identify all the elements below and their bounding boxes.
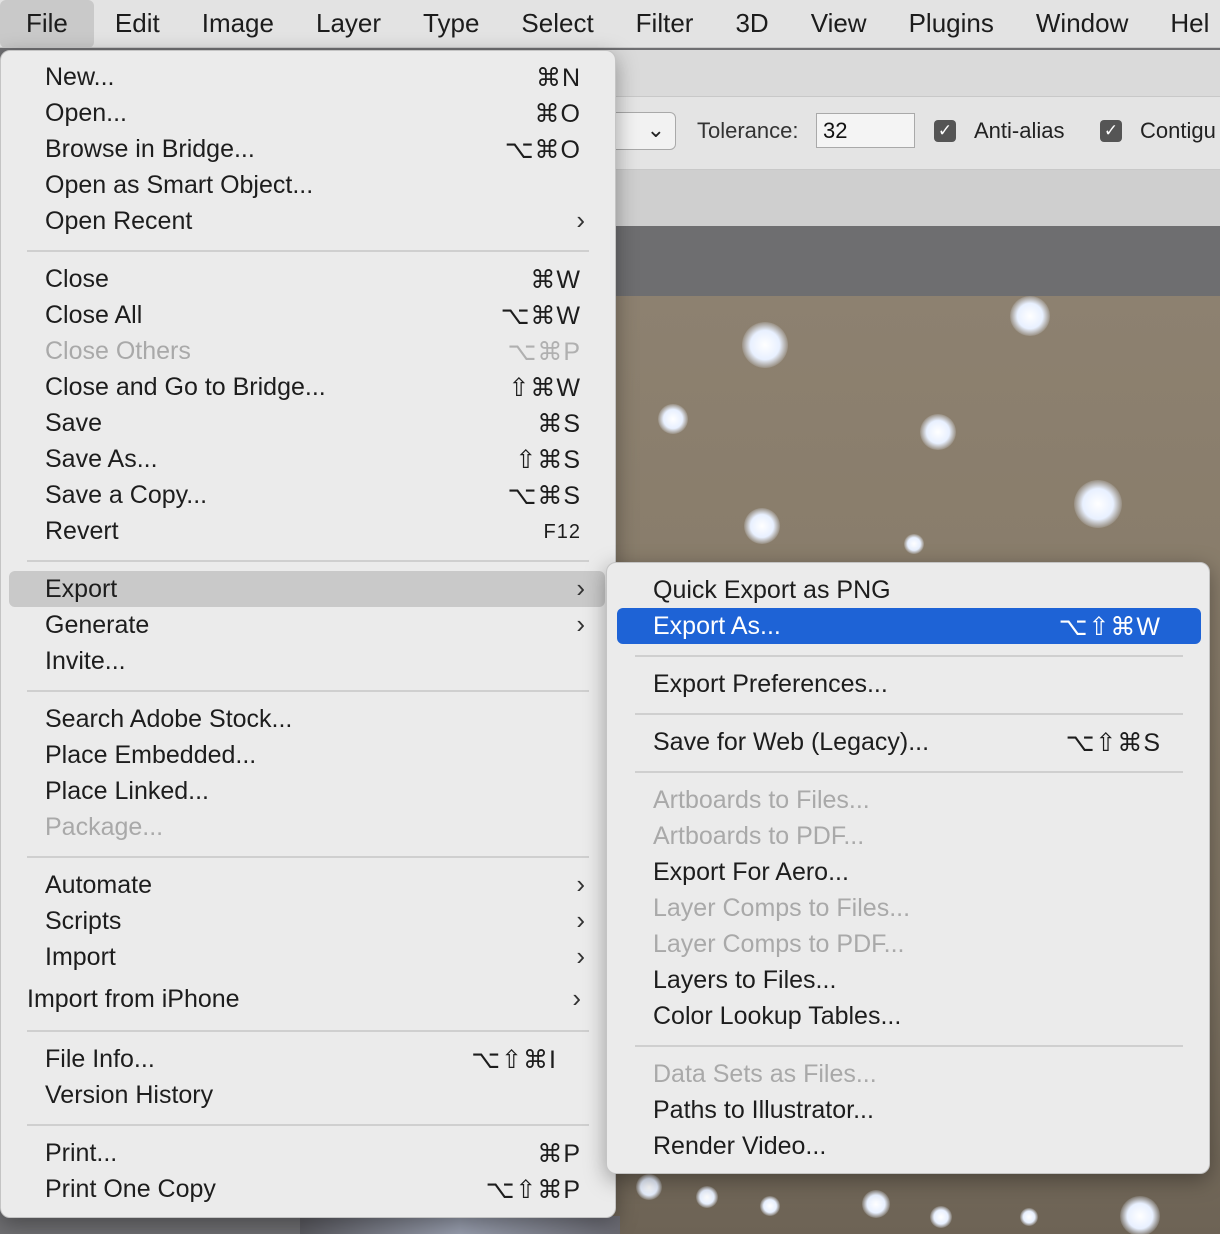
menu-separator bbox=[635, 1045, 1183, 1047]
file-menu: New... ⌘N Open... ⌘O Browse in Bridge... ⌥⌘… bbox=[0, 50, 616, 1218]
menu-item-open-as-smart-object[interactable]: Open as Smart Object... bbox=[9, 167, 605, 203]
menu-item-scripts[interactable]: Scripts › bbox=[9, 903, 605, 939]
menu-separator bbox=[27, 1124, 589, 1126]
menu-bar: File Edit Image Layer Type Select Filter… bbox=[0, 0, 1220, 48]
tolerance-input[interactable] bbox=[816, 113, 915, 148]
submenu-item-export-for-aero[interactable]: Export For Aero... bbox=[617, 854, 1201, 890]
menu-separator bbox=[635, 713, 1183, 715]
menu-type[interactable]: Type bbox=[402, 0, 500, 48]
menu-item-browse-in-bridge[interactable]: Browse in Bridge... ⌥⌘O bbox=[9, 131, 605, 167]
canvas-image-edge bbox=[300, 1216, 620, 1234]
menu-plugins[interactable]: Plugins bbox=[888, 0, 1015, 48]
submenu-item-quick-export-png[interactable]: Quick Export as PNG bbox=[617, 572, 1201, 608]
menu-item-close-others: Close Others ⌥⌘P bbox=[45, 337, 581, 366]
menu-item-print-one-copy[interactable]: Print One Copy ⌥⇧⌘P bbox=[9, 1171, 605, 1207]
submenu-item-artboards-to-pdf: Artboards to PDF... bbox=[653, 822, 865, 850]
submenu-item-paths-to-illustrator[interactable]: Paths to Illustrator... bbox=[617, 1092, 1201, 1128]
menu-image[interactable]: Image bbox=[181, 0, 295, 48]
menu-separator bbox=[635, 771, 1183, 773]
menu-separator bbox=[27, 250, 589, 252]
menu-item-save-as[interactable]: Save As... ⇧⌘S bbox=[9, 441, 605, 477]
workspace-background bbox=[600, 226, 1220, 296]
chevron-right-icon: › bbox=[576, 609, 585, 639]
menu-separator bbox=[27, 690, 589, 692]
menu-edit[interactable]: Edit bbox=[94, 0, 181, 48]
menu-item-generate[interactable]: Generate › bbox=[9, 607, 605, 643]
contiguous-checkbox[interactable]: ✓ bbox=[1100, 120, 1122, 142]
menu-select[interactable]: Select bbox=[500, 0, 614, 48]
menu-item-export[interactable]: Export › bbox=[9, 571, 605, 607]
menu-separator bbox=[27, 560, 589, 562]
menu-3d[interactable]: 3D bbox=[714, 0, 789, 48]
menu-item-print[interactable]: Print... ⌘P bbox=[9, 1135, 605, 1171]
tolerance-label: Tolerance: bbox=[697, 118, 799, 143]
submenu-item-export-as[interactable]: Export As... ⌥⇧⌘W bbox=[617, 608, 1201, 644]
menu-item-save[interactable]: Save ⌘S bbox=[9, 405, 605, 441]
menu-item-place-embedded[interactable]: Place Embedded... bbox=[9, 737, 605, 773]
menu-item-revert[interactable]: Revert F12 bbox=[9, 513, 605, 549]
menu-item-close[interactable]: Close ⌘W bbox=[9, 261, 605, 297]
chevron-right-icon: › bbox=[576, 905, 585, 935]
menu-item-open-recent[interactable]: Open Recent › bbox=[9, 203, 605, 239]
anti-alias-checkbox[interactable]: ✓ bbox=[934, 120, 956, 142]
menu-item-file-info[interactable]: File Info... ⌥⇧⌘I bbox=[9, 1041, 605, 1077]
chevron-right-icon: › bbox=[576, 869, 585, 899]
menu-separator bbox=[635, 655, 1183, 657]
chevron-right-icon: › bbox=[572, 983, 581, 1013]
menu-item-package: Package... bbox=[45, 813, 164, 841]
menu-window[interactable]: Window bbox=[1015, 0, 1149, 48]
menu-item-automate[interactable]: Automate › bbox=[9, 867, 605, 903]
submenu-item-artboards-to-files: Artboards to Files... bbox=[653, 786, 870, 814]
submenu-item-export-preferences[interactable]: Export Preferences... bbox=[617, 666, 1201, 702]
chevron-down-icon: ⌄ bbox=[646, 117, 665, 142]
menu-file[interactable]: File bbox=[0, 0, 94, 48]
menu-layer[interactable]: Layer bbox=[295, 0, 402, 48]
submenu-item-data-sets-as-files: Data Sets as Files... bbox=[653, 1060, 877, 1088]
submenu-item-color-lookup-tables[interactable]: Color Lookup Tables... bbox=[617, 998, 1201, 1034]
menu-separator bbox=[27, 1030, 589, 1032]
menu-item-close-all[interactable]: Close All ⌥⌘W bbox=[9, 297, 605, 333]
menu-separator bbox=[27, 856, 589, 858]
submenu-item-layer-comps-to-pdf: Layer Comps to PDF... bbox=[653, 930, 905, 958]
menu-filter[interactable]: Filter bbox=[615, 0, 715, 48]
menu-item-invite[interactable]: Invite... bbox=[9, 643, 605, 679]
menu-item-search-adobe-stock[interactable]: Search Adobe Stock... bbox=[9, 701, 605, 737]
menu-view[interactable]: View bbox=[790, 0, 888, 48]
chevron-right-icon: › bbox=[576, 573, 585, 603]
menu-item-place-linked[interactable]: Place Linked... bbox=[9, 773, 605, 809]
menu-item-new[interactable]: New... ⌘N bbox=[9, 59, 605, 95]
menu-item-import-from-iphone[interactable]: Import from iPhone › bbox=[9, 981, 605, 1017]
submenu-item-render-video[interactable]: Render Video... bbox=[617, 1128, 1201, 1164]
menu-item-open[interactable]: Open... ⌘O bbox=[9, 95, 605, 131]
contiguous-label: Contigu bbox=[1140, 118, 1216, 143]
menu-help[interactable]: Hel bbox=[1149, 0, 1220, 48]
submenu-item-save-for-web[interactable]: Save for Web (Legacy)... ⌥⇧⌘S bbox=[617, 724, 1201, 760]
anti-alias-label: Anti-alias bbox=[974, 118, 1065, 143]
document-tabs-strip bbox=[600, 170, 1220, 226]
menu-item-save-a-copy[interactable]: Save a Copy... ⌥⌘S bbox=[9, 477, 605, 513]
chevron-right-icon: › bbox=[576, 205, 585, 235]
menu-item-close-and-go-to-bridge[interactable]: Close and Go to Bridge... ⇧⌘W bbox=[9, 369, 605, 405]
export-submenu: Quick Export as PNG Export As... ⌥⇧⌘W Exp… bbox=[606, 562, 1210, 1174]
application-bar bbox=[600, 50, 1220, 97]
menu-item-import[interactable]: Import › bbox=[9, 939, 605, 975]
chevron-right-icon: › bbox=[576, 941, 585, 971]
menu-item-version-history[interactable]: Version History bbox=[9, 1077, 605, 1113]
submenu-item-layer-comps-to-files: Layer Comps to Files... bbox=[653, 894, 911, 922]
submenu-item-layers-to-files[interactable]: Layers to Files... bbox=[617, 962, 1201, 998]
